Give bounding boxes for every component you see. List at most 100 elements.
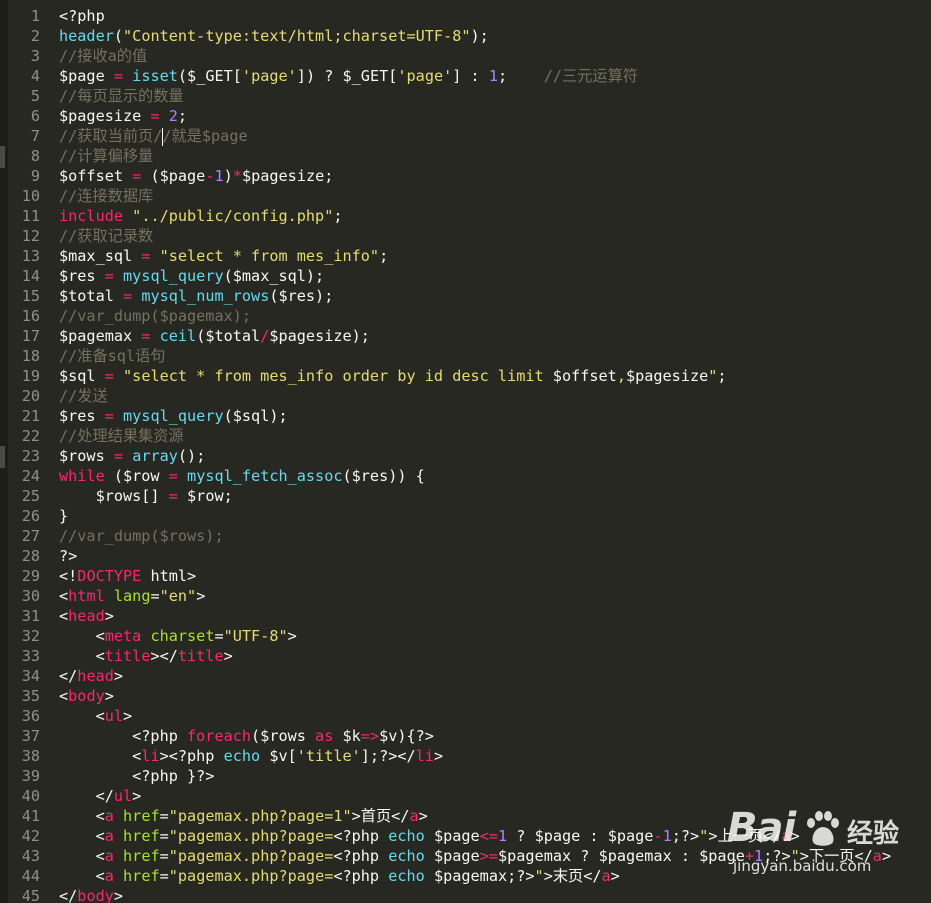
line-code[interactable]: //每页显示的数量 — [59, 86, 184, 106]
code-line[interactable]: 14 $res = mysql_query($max_sql); — [0, 266, 931, 286]
line-code[interactable]: <ul> — [59, 706, 133, 726]
code-line[interactable]: 15 $total = mysql_num_rows($res); — [0, 286, 931, 306]
line-code[interactable]: $page = isset($_GET['page']) ? $_GET['pa… — [59, 66, 638, 86]
line-number: 28 — [21, 547, 40, 565]
code-line[interactable]: 44 <a href="pagemax.php?page=<?php echo … — [0, 866, 931, 886]
code-line[interactable]: 42 <a href="pagemax.php?page=<?php echo … — [0, 826, 931, 846]
code-line[interactable]: 25 $rows[] = $row; — [0, 486, 931, 506]
line-code[interactable]: <a href="pagemax.php?page=1">首页</a> — [59, 806, 428, 826]
code-line[interactable]: 33 <title></title> — [0, 646, 931, 666]
line-code[interactable]: <?php foreach($rows as $k=>$v){?> — [59, 726, 434, 746]
code-line[interactable]: 18 //准备sql语句 — [0, 346, 931, 366]
code-line[interactable]: 3 //接收a的值 — [0, 46, 931, 66]
code-line[interactable]: 1 <?php — [0, 6, 931, 26]
code-line[interactable]: 11 include "../public/config.php"; — [0, 206, 931, 226]
code-token: $k — [333, 727, 361, 745]
line-code[interactable]: <body> — [59, 686, 114, 706]
line-code[interactable]: //接收a的值 — [59, 46, 147, 66]
line-code[interactable]: //获取记录数 — [59, 226, 153, 246]
line-number: 7 — [30, 127, 40, 145]
code-line[interactable]: 13 $max_sql = "select * from mes_info"; — [0, 246, 931, 266]
line-code[interactable]: <a href="pagemax.php?page=<?php echo $pa… — [59, 826, 800, 846]
code-token: </ — [59, 787, 114, 805]
line-code[interactable]: } — [59, 506, 68, 526]
code-line[interactable]: 23 $rows = array(); — [0, 446, 931, 466]
line-code[interactable]: //var_dump($pagemax); — [59, 306, 251, 326]
line-code[interactable]: $rows[] = $row; — [59, 486, 233, 506]
code-line[interactable]: 27 //var_dump($rows); — [0, 526, 931, 546]
code-line[interactable]: 43 <a href="pagemax.php?page=<?php echo … — [0, 846, 931, 866]
line-code[interactable]: //处理结果集资源 — [59, 426, 184, 446]
line-code[interactable]: <?php — [59, 6, 105, 26]
code-line[interactable]: 24 while ($row = mysql_fetch_assoc($res))… — [0, 466, 931, 486]
code-line[interactable]: 37 <?php foreach($rows as $k=>$v){?> — [0, 726, 931, 746]
line-code[interactable]: <a href="pagemax.php?page=<?php echo $pa… — [59, 866, 620, 886]
code-editor[interactable]: 1 <?php 2 header("Content-type:text/html;ch… — [0, 0, 931, 903]
code-line[interactable]: 20 //发送 — [0, 386, 931, 406]
code-line[interactable]: 35 <body> — [0, 686, 931, 706]
code-line[interactable]: 19 $sql = "select * from mes_info order b… — [0, 366, 931, 386]
keyword-token: body — [68, 687, 105, 705]
line-code[interactable]: header("Content-type:text/html;charset=U… — [59, 26, 489, 46]
code-line[interactable]: 9 $offset = ($page-1)*$pagesize; — [0, 166, 931, 186]
line-number: 19 — [21, 367, 40, 385]
code-line[interactable]: 6 $pagesize = 2; — [0, 106, 931, 126]
line-code[interactable]: <title></title> — [59, 646, 233, 666]
line-code[interactable]: //var_dump($rows); — [59, 526, 224, 546]
line-code[interactable]: //发送 — [59, 386, 108, 406]
line-code[interactable]: $offset = ($page-1)*$pagesize; — [59, 166, 333, 186]
code-line[interactable]: 17 $pagemax = ceil($total/$pagesize); — [0, 326, 931, 346]
line-code[interactable]: </head> — [59, 666, 123, 686]
line-code[interactable]: $res = mysql_query($max_sql); — [59, 266, 324, 286]
code-line[interactable]: 26} — [0, 506, 931, 526]
line-code[interactable]: $rows = array(); — [59, 446, 205, 466]
line-code[interactable]: $max_sql = "select * from mes_info"; — [59, 246, 388, 266]
line-code[interactable]: $pagemax = ceil($total/$pagesize); — [59, 326, 370, 346]
line-code[interactable]: </ul> — [59, 786, 142, 806]
code-line[interactable]: 8 //计算偏移量 — [0, 146, 931, 166]
code-line[interactable]: 4 $page = isset($_GET['page']) ? $_GET['p… — [0, 66, 931, 86]
line-code[interactable]: $res = mysql_query($sql); — [59, 406, 288, 426]
line-code[interactable]: $pagesize = 2; — [59, 106, 187, 126]
code-line[interactable]: 45 </body> — [0, 886, 931, 903]
code-line[interactable]: 34 </head> — [0, 666, 931, 686]
code-line[interactable]: 29 <!DOCTYPE html> — [0, 566, 931, 586]
line-code[interactable]: $sql = "select * from mes_info order by … — [59, 366, 727, 386]
line-code[interactable]: ?> — [59, 546, 77, 566]
code-line[interactable]: 32 <meta charset="UTF-8"> — [0, 626, 931, 646]
code-line[interactable]: 38 <li><?php echo $v['title'];?></li> — [0, 746, 931, 766]
line-code[interactable]: $total = mysql_num_rows($res); — [59, 286, 333, 306]
code-line[interactable]: 30 <html lang="en"> — [0, 586, 931, 606]
code-line[interactable]: 10 //连接数据库 — [0, 186, 931, 206]
code-line[interactable]: 39 <?php }?> — [0, 766, 931, 786]
line-code[interactable]: <?php }?> — [59, 766, 214, 786]
code-line[interactable]: 28 ?> — [0, 546, 931, 566]
line-code[interactable]: //计算偏移量 — [59, 146, 153, 166]
code-token: $res — [59, 267, 105, 285]
code-line[interactable]: 5 //每页显示的数量 — [0, 86, 931, 106]
line-code[interactable]: while ($row = mysql_fetch_assoc($res)) { — [59, 466, 425, 486]
code-line[interactable]: 36 <ul> — [0, 706, 931, 726]
code-line[interactable]: 31 <head> — [0, 606, 931, 626]
code-line[interactable]: 7 //获取当前页//就是$page — [0, 126, 931, 146]
line-code[interactable]: //获取当前页//就是$page — [59, 126, 248, 146]
code-line[interactable]: 16 //var_dump($pagemax); — [0, 306, 931, 326]
code-line[interactable]: 21 $res = mysql_query($sql); — [0, 406, 931, 426]
line-code[interactable]: <li><?php echo $v['title'];?></li> — [59, 746, 443, 766]
line-code[interactable]: //连接数据库 — [59, 186, 153, 206]
code-lines[interactable]: 1 <?php 2 header("Content-type:text/html;ch… — [0, 6, 931, 903]
line-code[interactable]: <html lang="en"> — [59, 586, 205, 606]
code-line[interactable]: 40 </ul> — [0, 786, 931, 806]
code-line[interactable]: 41 <a href="pagemax.php?page=1">首页</a> — [0, 806, 931, 826]
line-code[interactable]: </body> — [59, 886, 123, 903]
line-code[interactable]: //准备sql语句 — [59, 346, 165, 366]
code-line[interactable]: 12 //获取记录数 — [0, 226, 931, 246]
line-code[interactable]: include "../public/config.php"; — [59, 206, 343, 226]
line-code[interactable]: <meta charset="UTF-8"> — [59, 626, 297, 646]
line-code[interactable]: <!DOCTYPE html> — [59, 566, 196, 586]
line-code[interactable]: <a href="pagemax.php?page=<?php echo $pa… — [59, 846, 892, 866]
line-code[interactable]: <head> — [59, 606, 114, 626]
code-line[interactable]: 2 header("Content-type:text/html;charset=… — [0, 26, 931, 46]
code-line[interactable]: 22 //处理结果集资源 — [0, 426, 931, 446]
code-token: <?php — [59, 727, 188, 745]
